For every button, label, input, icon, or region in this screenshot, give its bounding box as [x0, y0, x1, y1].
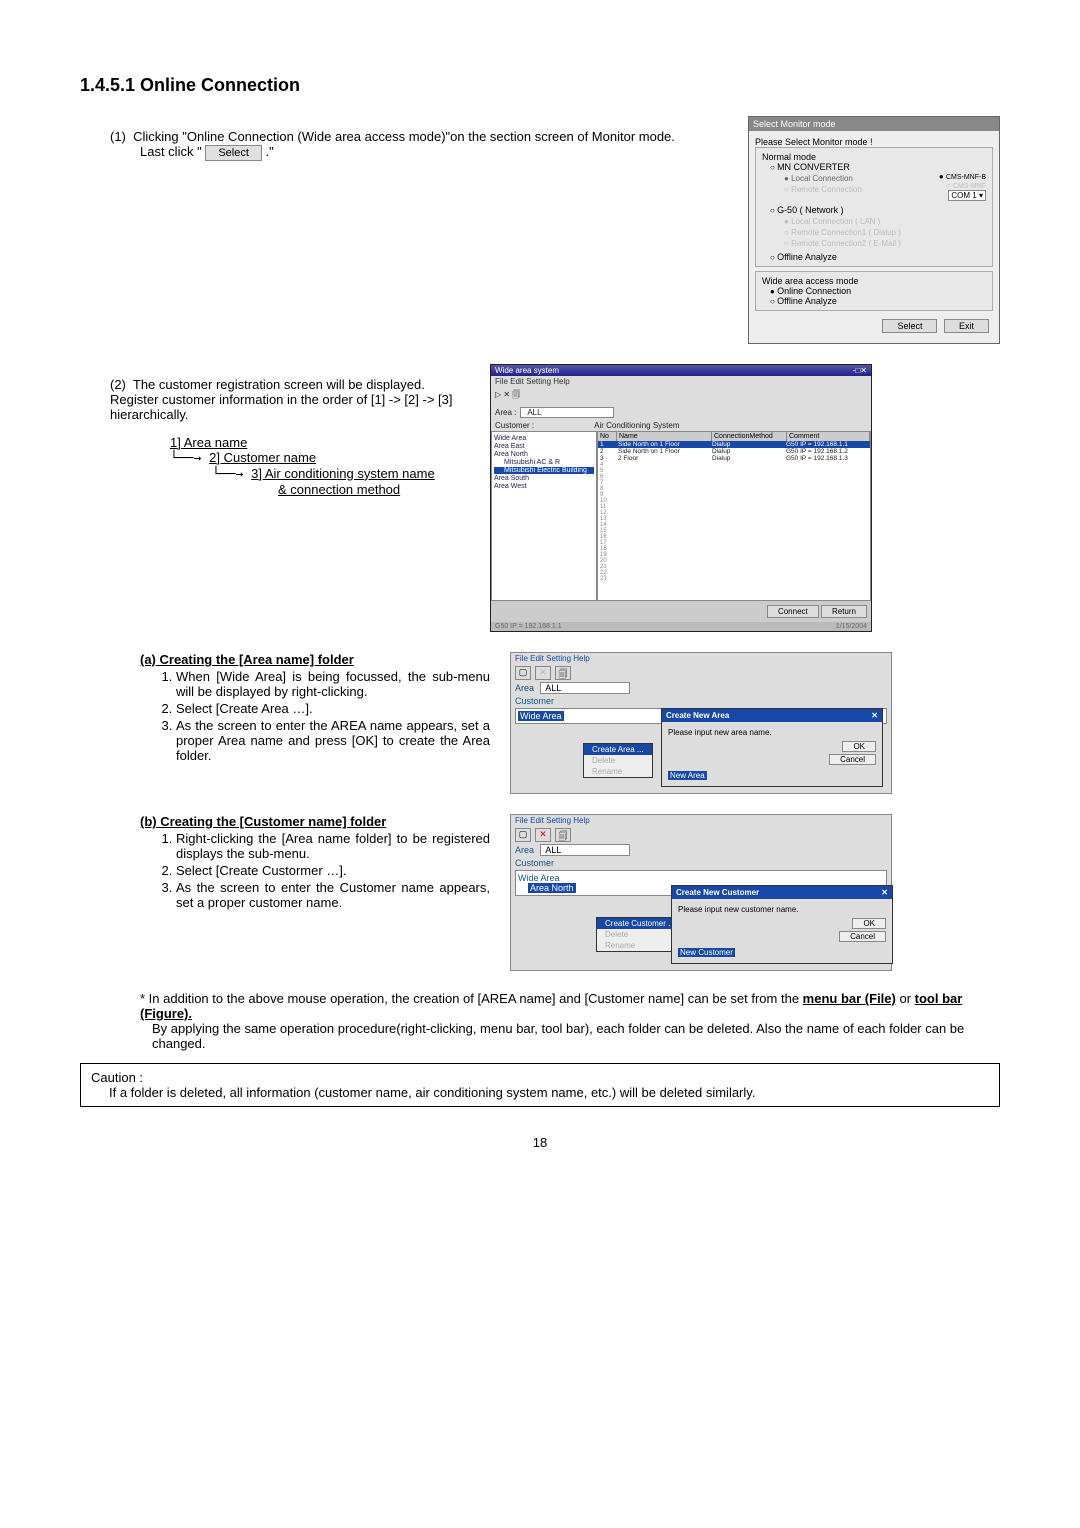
g50-email[interactable]: Remote Connection2 ( E-Mail )	[784, 239, 986, 248]
status-bar: G50 IP = 192.168.1.1	[495, 623, 562, 630]
g50-dial[interactable]: Remote Connection1 ( Dialup )	[784, 228, 986, 237]
create-area-screenshot: File Edit Setting Help ▢✕🗐 Area ALL Cust…	[510, 652, 892, 794]
radio-mn-converter[interactable]: MN CONVERTER	[770, 162, 850, 172]
step2-text: (2) The customer registration screen wil…	[110, 377, 470, 422]
tree-step-3: └──→ 3] Air conditioning system name	[170, 466, 470, 482]
tree-step-2: └──→ 2] Customer name	[170, 450, 470, 466]
b-item3: As the screen to enter the Customer name…	[176, 880, 490, 910]
page-number: 18	[80, 1135, 1000, 1150]
radio-cms-b[interactable]: CMS-MNF-B	[939, 172, 986, 181]
section-b-title: (b) Creating the [Customer name] folder	[140, 814, 490, 829]
dialog-title: Select Monitor mode	[749, 117, 999, 131]
status-date: 1/15/2004	[836, 623, 867, 630]
customer-label: Customer :	[495, 421, 534, 430]
new-icon[interactable]: ▢	[515, 828, 531, 842]
caution-box: Caution : If a folder is deleted, all in…	[80, 1063, 1000, 1107]
b-item2: Select [Create Custormer …].	[176, 863, 490, 878]
dialog-exit-button[interactable]: Exit	[944, 319, 989, 333]
select-button-inline[interactable]: Select	[205, 145, 262, 161]
toolbar[interactable]: ▷ ✕ 🗐	[491, 387, 871, 405]
a-item1: When [Wide Area] is being focussed, the …	[176, 669, 490, 699]
menu-bar[interactable]: File Edit Setting Help	[491, 376, 871, 387]
new-customer-input[interactable]: New Customer	[678, 948, 735, 957]
radio-g50[interactable]: G-50 ( Network )	[770, 205, 844, 215]
new-icon[interactable]: ▢	[515, 666, 531, 680]
step1-num: (1)	[110, 129, 126, 144]
dialog-prompt: Please Select Monitor mode !	[755, 137, 993, 147]
close-icon[interactable]: ✕	[871, 711, 878, 720]
ac-label: Air Conditioning System	[594, 421, 679, 430]
a-item3: As the screen to enter the AREA name app…	[176, 718, 490, 763]
connect-button[interactable]: Connect	[767, 605, 819, 618]
del-icon[interactable]: ✕	[535, 828, 551, 842]
a-item2: Select [Create Area …].	[176, 701, 490, 716]
radio-offline2[interactable]: Offline Analyze	[770, 296, 837, 306]
create-area-popup: Create New Area✕ Please input new area n…	[661, 708, 883, 787]
cancel-button-a[interactable]: Cancel	[829, 754, 876, 765]
footnote-block: * In addition to the above mouse operati…	[80, 991, 1000, 1051]
area-select[interactable]: ALL	[520, 407, 614, 418]
monitor-mode-dialog: Select Monitor mode Please Select Monito…	[748, 116, 1000, 344]
tree-step-4: & connection method	[170, 482, 470, 497]
group-wide: Wide area access mode	[762, 276, 986, 286]
ok-button-a[interactable]: OK	[842, 741, 876, 752]
area-field-a[interactable]: ALL	[540, 682, 630, 694]
section-heading: 1.4.5.1 Online Connection	[80, 75, 1000, 96]
new-area-input[interactable]: New Area	[668, 771, 707, 780]
radio-local-conn[interactable]: Local Connection	[784, 174, 939, 183]
g50-lan[interactable]: Local Connection ( LAN )	[784, 217, 986, 226]
dialog-select-button[interactable]: Select	[882, 319, 937, 333]
area-tree[interactable]: Wide Area Area East Area North Mitsubish…	[491, 431, 597, 601]
close-icon[interactable]: ✕	[881, 888, 888, 897]
edit-icon[interactable]: 🗐	[555, 666, 571, 680]
radio-remote-conn[interactable]: Remote Connection	[784, 185, 939, 194]
area-field-b[interactable]: ALL	[540, 844, 630, 856]
cancel-button-b[interactable]: Cancel	[839, 931, 886, 942]
tree-step-1: 1] Area name	[170, 435, 470, 450]
mini-b-menu[interactable]: File Edit Setting Help	[511, 815, 891, 826]
del-icon[interactable]: ✕	[535, 666, 551, 680]
ok-button-b[interactable]: OK	[852, 918, 886, 929]
mini-a-menu[interactable]: File Edit Setting Help	[511, 653, 891, 664]
create-customer-screenshot: File Edit Setting Help ▢✕🗐 Area ALL Cust…	[510, 814, 892, 971]
radio-offline1[interactable]: Offline Analyze	[770, 252, 837, 262]
section-a-title: (a) Creating the [Area name] folder	[140, 652, 490, 667]
radio-cms[interactable]: CMS-MNF	[939, 181, 986, 190]
customer-reg-window: Wide area system -□✕ File Edit Setting He…	[490, 364, 872, 632]
com-select[interactable]: COM 1 ▾	[948, 190, 986, 201]
edit-icon[interactable]: 🗐	[555, 828, 571, 842]
win-close-icon[interactable]: -□✕	[853, 366, 867, 375]
create-customer-popup: Create New Customer✕ Please input new cu…	[671, 885, 893, 964]
return-button[interactable]: Return	[821, 605, 867, 618]
win-title: Wide area system	[495, 366, 559, 375]
group-normal: Normal mode	[762, 152, 986, 162]
radio-online-conn[interactable]: Online Connection	[770, 286, 851, 296]
b-item1: Right-clicking the [Area name folder] to…	[176, 831, 490, 861]
area-label: Area :	[495, 408, 516, 417]
step1-text: (1) Clicking "Online Connection (Wide ar…	[110, 129, 728, 161]
ac-table[interactable]: No Name ConnectionMethod Comment 1 Side …	[597, 431, 871, 601]
step2-num: (2)	[110, 377, 126, 392]
context-menu-a[interactable]: Create Area ... Delete Rename	[583, 743, 653, 778]
